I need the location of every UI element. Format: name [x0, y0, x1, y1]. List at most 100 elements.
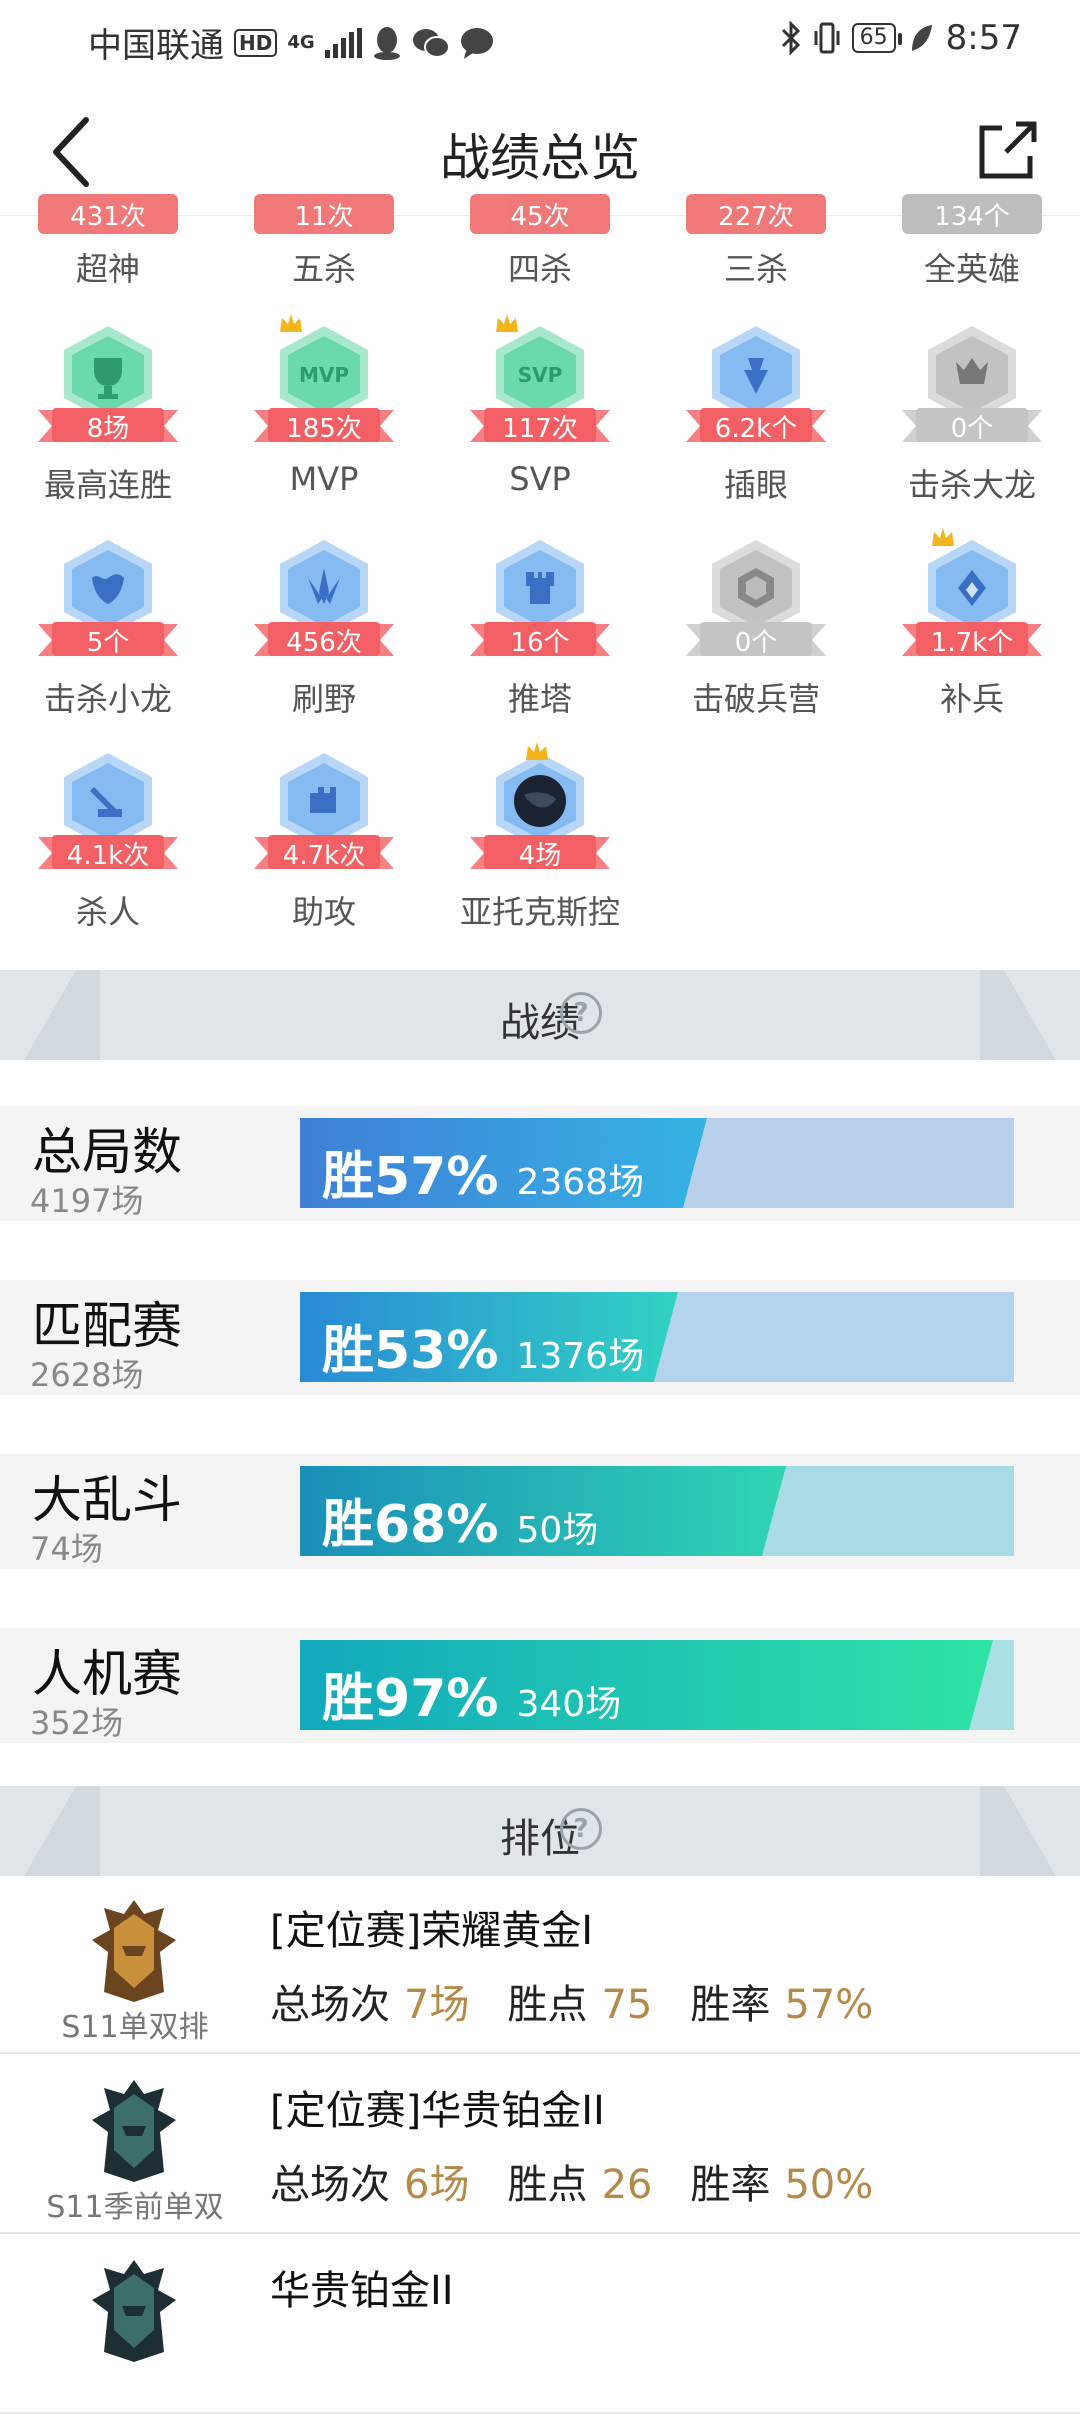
achievement-item[interactable]: 227次 三杀: [648, 194, 864, 288]
carrier-label: 中国联通: [88, 26, 224, 66]
achievement-count: 5个: [86, 628, 130, 658]
mode-name: 人机赛: [32, 1645, 182, 1703]
record-section-header: 战绩 ?: [0, 970, 1080, 1060]
season-label: S11季前单双: [46, 2190, 224, 2225]
stat-row[interactable]: 总局数 4197场 胜57% 2368场: [0, 1106, 1080, 1221]
platinum-emblem-icon: [92, 2260, 176, 2362]
win-rate-label: 胜68%: [322, 1495, 499, 1555]
achievement-count: 0个: [734, 628, 778, 658]
achievement-item[interactable]: 4.7k次 助攻: [216, 745, 432, 935]
platinum-emblem-icon: [92, 2080, 176, 2182]
win-rate-label: 胜53%: [322, 1321, 499, 1381]
achievement-label: 三杀: [723, 250, 788, 288]
mode-total-games: 2628场: [30, 1356, 144, 1394]
help-icon[interactable]: ?: [560, 992, 602, 1034]
rank-tier: [定位赛]荣耀黄金I: [270, 1908, 594, 1954]
achievement-label: 击杀小龙: [43, 680, 172, 718]
wechat-icon: [412, 28, 450, 58]
achievement-count: 6.2k个: [714, 414, 798, 444]
rate-value: 50%: [784, 2162, 874, 2208]
bluetooth-icon: [781, 21, 800, 55]
achievement-item[interactable]: 16个推塔: [432, 532, 648, 722]
achievement-item[interactable]: 11次 五杀: [216, 194, 432, 288]
achievement-item[interactable]: 456次 刷野: [216, 532, 432, 722]
mode-total-games: 352场: [30, 1704, 124, 1742]
rank-row[interactable]: S11季前单双 [定位赛]华贵铂金II 总场次 6场 胜点 26 胜率 50%: [0, 2056, 1080, 2234]
wins-count: 340场: [516, 1684, 622, 1725]
achievement-item[interactable]: 8场 最高连胜: [0, 318, 216, 508]
achievement-item[interactable]: MVP 185次 MVP: [216, 318, 432, 508]
stat-row[interactable]: 匹配赛 2628场 胜53% 1376场: [0, 1280, 1080, 1395]
signal-icon: [324, 27, 362, 58]
qq-icon: [373, 26, 400, 60]
crown-icon: [496, 314, 518, 332]
svg-text:MVP: MVP: [299, 363, 349, 387]
message-icon: [460, 27, 493, 59]
crown-icon: [932, 528, 954, 546]
achievement-item[interactable]: SVP 117次 SVP: [432, 318, 648, 508]
achievement-label: 全英雄: [923, 250, 1020, 288]
rank-row[interactable]: 华贵铂金II: [0, 2236, 1080, 2414]
season-label: S11单双排: [61, 2010, 209, 2045]
wins-count: 1376场: [516, 1336, 645, 1377]
achievement-label: 亚托克斯控: [459, 893, 620, 931]
win-rate-bar: 胜97% 340场: [300, 1640, 1014, 1730]
battery-icon: 65: [851, 23, 902, 53]
help-icon[interactable]: ?: [560, 1808, 602, 1850]
achievement-item[interactable]: 0个 击破兵营: [648, 532, 864, 722]
rate-label: 胜率: [690, 1982, 771, 2028]
clock: 8:57: [945, 18, 1022, 58]
achievement-count: 11次: [294, 202, 354, 232]
status-bar: 中国联通 HD 4G 65 8:57: [0, 0, 1080, 84]
achievement-label: 推塔: [507, 680, 572, 718]
mode-name: 匹配赛: [32, 1297, 182, 1355]
rank-section-header: 排位 ?: [0, 1786, 1080, 1876]
games-value: 7场: [404, 1982, 470, 2028]
hd-icon: HD: [234, 28, 278, 57]
rate-value: 57%: [784, 1982, 874, 2028]
achievement-item[interactable]: 1.7k个 补兵: [864, 532, 1080, 722]
svg-text:SVP: SVP: [518, 363, 563, 387]
games-value: 6场: [404, 2162, 470, 2208]
stat-row[interactable]: 大乱斗 74场 胜68% 50场: [0, 1454, 1080, 1569]
points-value: 75: [601, 1982, 653, 2028]
wins-count: 50场: [516, 1510, 599, 1551]
points-label: 胜点: [507, 2162, 588, 2208]
achievement-label: MVP: [289, 460, 359, 498]
achievement-count: 4.1k次: [66, 841, 150, 871]
achievement-item[interactable]: 6.2k个插眼: [648, 318, 864, 508]
achievement-count: 185次: [286, 414, 362, 444]
achievement-label: 四杀: [507, 250, 572, 288]
achievement-item[interactable]: 431次 超神: [0, 194, 216, 288]
mode-name: 大乱斗: [32, 1471, 182, 1529]
achievement-count: 4.7k次: [282, 841, 366, 871]
rank-stats: 总场次 7场 胜点 75 胜率 57%: [270, 1972, 911, 2030]
rank-tier: [定位赛]华贵铂金II: [270, 2088, 605, 2134]
achievement-count: 16个: [510, 628, 570, 658]
achievement-item[interactable]: 0个 击杀大龙: [864, 318, 1080, 508]
achievement-label: 刷野: [291, 680, 356, 718]
achievement-item[interactable]: 134个 全英雄: [864, 194, 1080, 288]
achievement-label: 插眼: [723, 466, 788, 504]
achievement-item[interactable]: 4场亚托克斯控: [432, 745, 648, 935]
network-label: 4G: [287, 32, 315, 53]
win-rate-label: 胜57%: [322, 1147, 499, 1207]
achievement-item[interactable]: 5个击杀小龙: [0, 532, 216, 722]
achievement-count: 431次: [70, 202, 146, 232]
leaf-icon: [911, 25, 932, 51]
rank-row[interactable]: S11单双排 [定位赛]荣耀黄金I 总场次 7场 胜点 75 胜率 57%: [0, 1876, 1080, 2054]
stat-row[interactable]: 人机赛 352场 胜97% 340场: [0, 1628, 1080, 1743]
achievement-count: 4场: [518, 841, 562, 871]
achievement-count: 45次: [510, 202, 570, 232]
achievement-count: 0个: [950, 414, 994, 444]
achievement-count: 8场: [86, 414, 130, 444]
page-title: 战绩总览: [440, 129, 640, 187]
share-button[interactable]: [976, 118, 1040, 182]
win-rate-label: 胜97%: [322, 1669, 499, 1729]
achievement-item[interactable]: 4.1k次 杀人: [0, 745, 216, 935]
points-value: 26: [601, 2162, 653, 2208]
achievement-label: 五杀: [291, 250, 356, 288]
achievement-label: 补兵: [939, 680, 1004, 718]
achievement-count: 227次: [718, 202, 794, 232]
achievement-item[interactable]: 45次 四杀: [432, 194, 648, 288]
